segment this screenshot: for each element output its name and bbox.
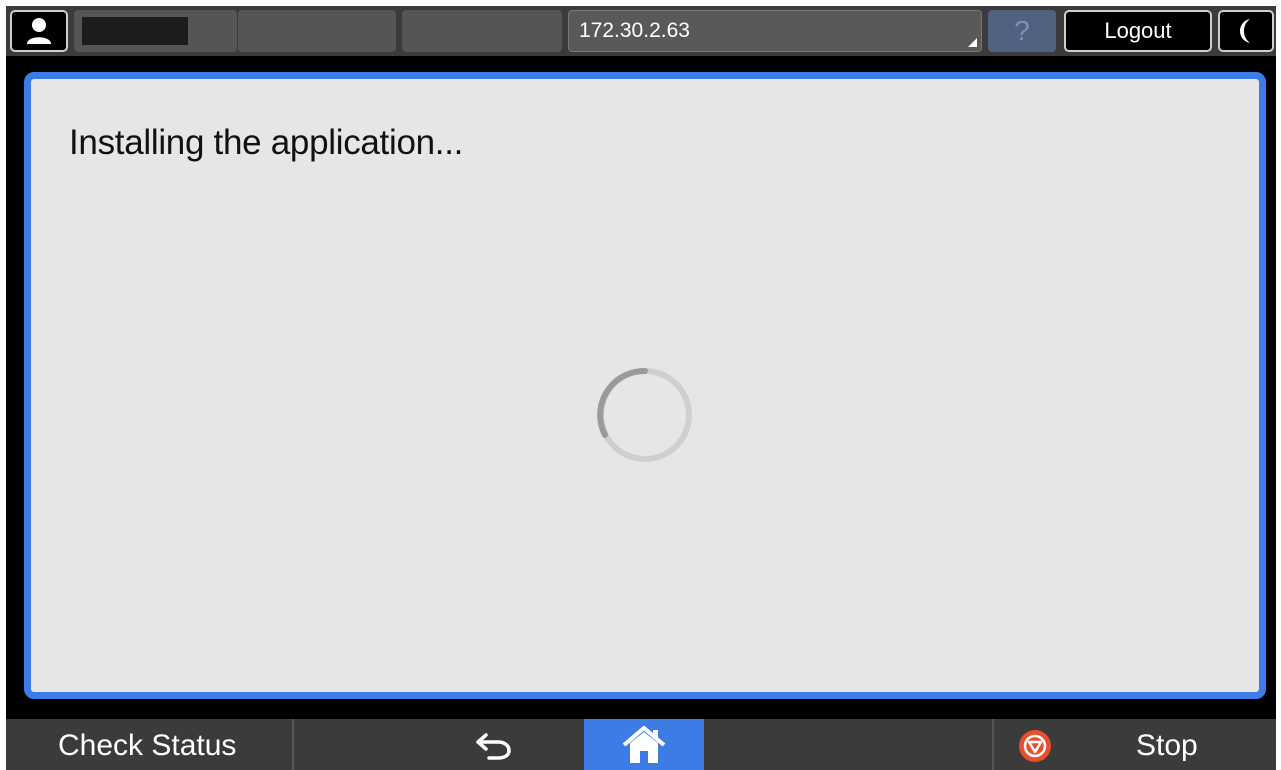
stop-label: Stop — [1136, 729, 1198, 762]
stop-button[interactable]: Stop — [992, 719, 1276, 770]
logout-button[interactable]: Logout — [1064, 10, 1212, 52]
user-name-redacted — [82, 17, 188, 45]
user-icon — [27, 18, 51, 44]
help-button[interactable]: ? — [988, 10, 1056, 52]
stop-icon — [1019, 730, 1051, 762]
ip-address-display[interactable]: 172.30.2.63 — [568, 10, 982, 52]
resize-corner-icon — [968, 38, 977, 47]
user-name-field — [74, 10, 237, 52]
back-arrow-icon — [476, 733, 511, 760]
check-status-button[interactable]: Check Status — [6, 719, 294, 770]
home-button[interactable] — [584, 719, 704, 770]
installing-panel: Installing the application... — [24, 72, 1266, 699]
energy-saver-button[interactable] — [1218, 10, 1274, 52]
loading-spinner — [597, 367, 692, 462]
bottom-bar: Check Status Stop — [6, 719, 1276, 770]
status-message: Installing the application... — [69, 123, 464, 162]
moon-icon — [1240, 19, 1250, 43]
blank-header-slot-1 — [238, 10, 396, 52]
user-button[interactable] — [10, 10, 68, 52]
ip-address-text: 172.30.2.63 — [579, 19, 690, 42]
top-bar: 172.30.2.63 ? Logout — [6, 6, 1276, 56]
back-button[interactable] — [466, 727, 522, 765]
home-icon — [622, 725, 666, 763]
blank-header-slot-2 — [402, 10, 562, 52]
